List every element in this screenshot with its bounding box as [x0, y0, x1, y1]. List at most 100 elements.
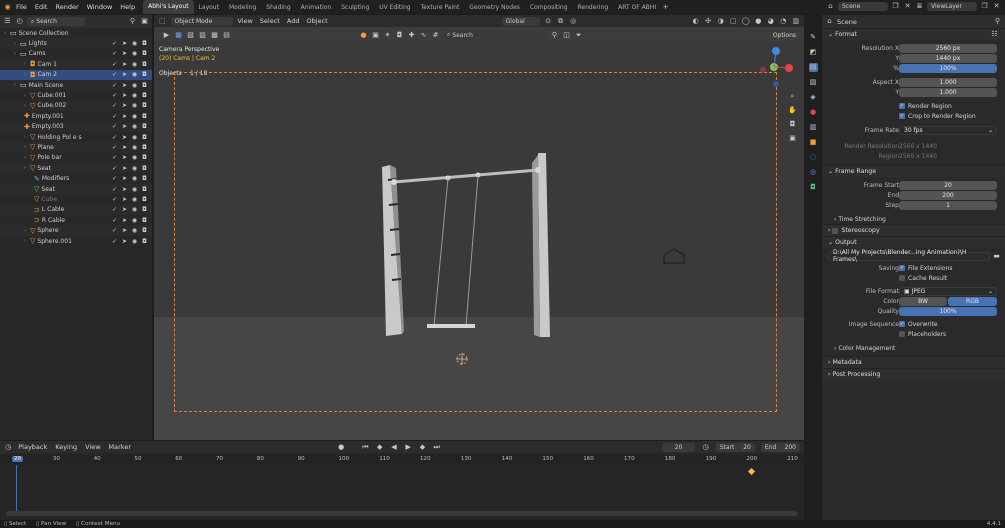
outliner-row[interactable]: ✚ Empty.001 ✓ ➤ ◉ ◘ — [0, 111, 152, 121]
file-format-dropdown[interactable]: ▣ JPEG ⌄ — [899, 286, 997, 296]
workspace-tab[interactable]: Geometry Nodes — [464, 4, 525, 11]
eye-icon[interactable]: ◉ — [131, 134, 138, 141]
overwrite-checkbox[interactable]: ✓ Overwrite — [899, 321, 938, 328]
object-icon[interactable]: ■ — [809, 138, 818, 147]
output-icon[interactable]: ▤ — [808, 63, 818, 72]
new-collection-icon[interactable]: ▣ — [140, 17, 149, 26]
exclude-checkbox-icon[interactable]: ✓ — [111, 71, 118, 78]
render-camera-icon[interactable]: ◘ — [141, 144, 148, 151]
copy-icon[interactable]: ❐ — [891, 2, 900, 11]
render-camera-icon[interactable]: ◘ — [141, 175, 148, 182]
jump-start-icon[interactable]: ⏮ — [361, 443, 369, 452]
outliner-row[interactable]: ⊃ L Cable ✓ ➤ ◉ ◘ — [0, 204, 152, 216]
section-frame-range[interactable]: ⌄ Frame Range — [822, 165, 1005, 177]
frame-start-field[interactable]: 20 — [899, 180, 997, 190]
current-frame-field[interactable]: 20 — [661, 442, 696, 452]
layers-icon[interactable]: ≣ — [915, 2, 924, 11]
render-camera-icon[interactable]: ◘ — [141, 134, 148, 141]
select-arrow-icon[interactable]: ➤ — [121, 123, 128, 130]
exclude-checkbox-icon[interactable]: ✓ — [111, 123, 118, 130]
outliner-search-input[interactable]: ⌕ Search — [27, 17, 85, 26]
outliner-row[interactable]: ▽ Cube ✓ ➤ ◉ ◘ — [0, 194, 152, 204]
render-camera-icon[interactable]: ◘ — [141, 123, 148, 130]
outliner-row[interactable]: › ◘ Cam 2 ✓ ➤ ◉ ◘ — [0, 69, 152, 80]
eye-icon[interactable]: ◉ — [131, 102, 138, 109]
world-icon[interactable]: ● — [809, 108, 818, 117]
outliner-row[interactable]: › ▭ Lights ✓ ➤ ◉ ◘ — [0, 38, 152, 49]
workspace-tab[interactable]: Layout — [194, 4, 224, 11]
output-path-field[interactable]: D:\All My Projects\Blender...ing Animati… — [828, 249, 990, 263]
display-mode-icon[interactable]: ◴ — [15, 17, 24, 26]
eye-icon[interactable]: ◉ — [131, 206, 138, 213]
clock-icon[interactable]: ◷ — [4, 443, 12, 452]
outliner-row[interactable]: › ▽ Cube.001 ✓ ➤ ◉ ◘ — [0, 90, 152, 100]
filter-icon[interactable]: ⚲ — [128, 17, 137, 26]
menu-file[interactable]: File — [12, 3, 31, 11]
exclude-checkbox-icon[interactable]: ✓ — [111, 92, 118, 99]
outliner-row[interactable]: ⊃ R Cable ✓ ➤ ◉ ◘ — [0, 215, 152, 225]
eye-icon[interactable]: ◉ — [131, 40, 138, 47]
section-output[interactable]: ⌄ Output — [822, 236, 1005, 248]
menu-window[interactable]: Window — [83, 3, 117, 11]
select-arrow-icon[interactable]: ➤ — [121, 113, 128, 120]
exclude-checkbox-icon[interactable]: ✓ — [111, 61, 118, 68]
render-camera-icon[interactable]: ◘ — [141, 165, 148, 172]
render-camera-icon[interactable]: ◘ — [141, 238, 148, 245]
pin-icon[interactable]: ⚲ — [993, 17, 1002, 26]
timeline-menu-marker[interactable]: Marker — [109, 443, 131, 451]
start-frame-field[interactable]: Start 20 — [715, 442, 755, 452]
eye-icon[interactable]: ◉ — [131, 61, 138, 68]
frame-step-field[interactable]: 1 — [899, 200, 997, 210]
exclude-checkbox-icon[interactable]: ✓ — [111, 217, 118, 224]
scene-icon[interactable]: ⌂ — [826, 2, 835, 11]
render-camera-icon[interactable]: ◘ — [141, 217, 148, 224]
workspace-tab[interactable]: Rendering — [573, 4, 614, 11]
select-arrow-icon[interactable]: ➤ — [121, 196, 128, 203]
select-arrow-icon[interactable]: ➤ — [121, 50, 128, 57]
color-management-subpanel[interactable]: › Color Management — [822, 343, 1005, 353]
select-arrow-icon[interactable]: ➤ — [121, 71, 128, 78]
render-camera-icon[interactable]: ◘ — [141, 71, 148, 78]
workspace-tab[interactable]: UV Editing — [374, 4, 415, 11]
lock-icon[interactable]: ▣ — [788, 134, 797, 143]
workspace-tab[interactable]: Abhi's Layout — [143, 0, 194, 14]
select-arrow-icon[interactable]: ➤ — [121, 186, 128, 193]
resolution-percent-field[interactable]: 100% — [899, 63, 997, 73]
camera-view-icon[interactable]: ◘ — [788, 120, 797, 129]
render-camera-icon[interactable]: ◘ — [141, 227, 148, 234]
render-camera-icon[interactable]: ◘ — [141, 92, 148, 99]
close-icon[interactable]: ✕ — [903, 2, 912, 11]
exclude-checkbox-icon[interactable]: ✓ — [111, 144, 118, 151]
workspace-tab[interactable]: Shading — [261, 4, 295, 11]
outliner-row[interactable]: › ▽ Sphere.001 ✓ ➤ ◉ ◘ — [0, 236, 152, 246]
eye-icon[interactable]: ◉ — [131, 92, 138, 99]
workspace-tab[interactable]: Texture Paint — [416, 4, 465, 11]
exclude-checkbox-icon[interactable]: ✓ — [111, 134, 118, 141]
outliner-row[interactable]: › ▭ Cams ✓ ➤ ◉ ◘ — [0, 49, 152, 59]
record-icon[interactable]: ● — [337, 443, 345, 452]
exclude-checkbox-icon[interactable]: ✓ — [111, 50, 118, 57]
eye-icon[interactable]: ◉ — [131, 123, 138, 130]
play-reverse-icon[interactable]: ◀ — [390, 443, 398, 452]
exclude-checkbox-icon[interactable]: ✓ — [111, 238, 118, 245]
render-camera-icon[interactable]: ◘ — [141, 40, 148, 47]
render-camera-icon[interactable]: ◘ — [141, 196, 148, 203]
eye-icon[interactable]: ◉ — [131, 227, 138, 234]
outliner-row[interactable]: › ◘ Cam 1 ✓ ➤ ◉ ◘ — [0, 59, 152, 70]
physics-icon[interactable]: ◌ — [809, 153, 818, 162]
select-arrow-icon[interactable]: ➤ — [121, 134, 128, 141]
exclude-checkbox-icon[interactable]: ✓ — [111, 165, 118, 172]
workspace-tab[interactable]: Animation — [296, 4, 337, 11]
pan-hand-icon[interactable]: ✋ — [788, 106, 797, 115]
render-camera-icon[interactable]: ◘ — [141, 61, 148, 68]
placeholders-checkbox[interactable]: Placeholders — [899, 331, 946, 338]
render-camera-icon[interactable]: ◘ — [141, 206, 148, 213]
exclude-checkbox-icon[interactable]: ✓ — [111, 154, 118, 161]
color-rgb-button[interactable]: RGB — [948, 296, 997, 306]
presets-icon[interactable]: ☷ — [990, 30, 999, 39]
timeline-menu-keying[interactable]: Keying — [55, 443, 77, 451]
eye-icon[interactable]: ◉ — [131, 71, 138, 78]
workspace-tab[interactable]: Modeling — [224, 4, 261, 11]
close-icon[interactable]: ✕ — [992, 2, 1001, 11]
outliner-row[interactable]: › ▽ Plane ✓ ➤ ◉ ◘ — [0, 142, 152, 153]
